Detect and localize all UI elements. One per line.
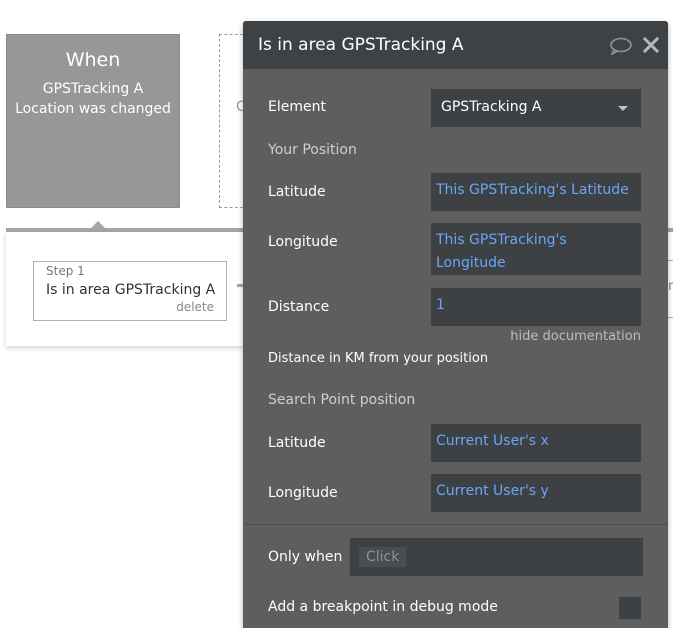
distance-field[interactable]: 1 <box>431 288 641 326</box>
only-when-label: Only when <box>268 549 343 565</box>
latitude-field[interactable]: This GPSTracking's Latitude <box>431 173 641 211</box>
chevron-down-icon <box>618 106 628 111</box>
longitude-field[interactable]: This GPSTracking's Longitude <box>431 223 641 275</box>
trigger-title: When <box>65 49 121 71</box>
search-longitude-field[interactable]: Current User's y <box>431 474 641 512</box>
panel-title: Is in area GPSTracking A <box>258 35 464 55</box>
trigger-element-name: GPSTracking A <box>42 81 144 97</box>
trigger-event-name: Location was changed <box>15 101 171 117</box>
search-longitude-label: Longitude <box>268 485 338 501</box>
distance-documentation: Distance in KM from your position <box>268 351 489 366</box>
your-position-section: Your Position <box>268 142 357 158</box>
property-editor-panel: Is in area GPSTracking A Element GPSTrac… <box>243 21 668 628</box>
element-dropdown[interactable]: GPSTracking A <box>431 89 641 127</box>
step-card[interactable]: Step 1 Is in area GPSTracking A delete <box>33 261 227 321</box>
next-step-label: re <box>668 279 673 294</box>
panel-divider <box>243 524 668 525</box>
comment-icon[interactable] <box>609 37 633 59</box>
only-when-field[interactable]: Click <box>350 538 643 576</box>
element-dropdown-value: GPSTracking A <box>441 99 542 115</box>
search-latitude-label: Latitude <box>268 435 326 451</box>
active-event-caret <box>90 221 106 229</box>
step-name: Is in area GPSTracking A <box>46 282 216 298</box>
only-when-click-button[interactable]: Click <box>359 547 407 567</box>
distance-label: Distance <box>268 299 330 315</box>
breakpoint-checkbox[interactable] <box>619 597 641 619</box>
panel-header: Is in area GPSTracking A <box>243 21 668 69</box>
step-delete-link[interactable]: delete <box>176 300 214 314</box>
step-number: Step 1 <box>46 264 85 278</box>
breakpoint-label: Add a breakpoint in debug mode <box>268 599 498 615</box>
search-latitude-field[interactable]: Current User's x <box>431 424 641 462</box>
hide-documentation-link[interactable]: hide documentation <box>510 329 641 344</box>
close-icon[interactable] <box>642 36 660 57</box>
element-label: Element <box>268 99 326 115</box>
search-point-section: Search Point position <box>268 392 416 408</box>
latitude-label: Latitude <box>268 184 326 200</box>
trigger-subtitle: GPSTracking A Location was changed <box>7 79 179 119</box>
longitude-label: Longitude <box>268 234 338 250</box>
trigger-event-block[interactable]: When GPSTracking A Location was changed <box>6 34 180 208</box>
